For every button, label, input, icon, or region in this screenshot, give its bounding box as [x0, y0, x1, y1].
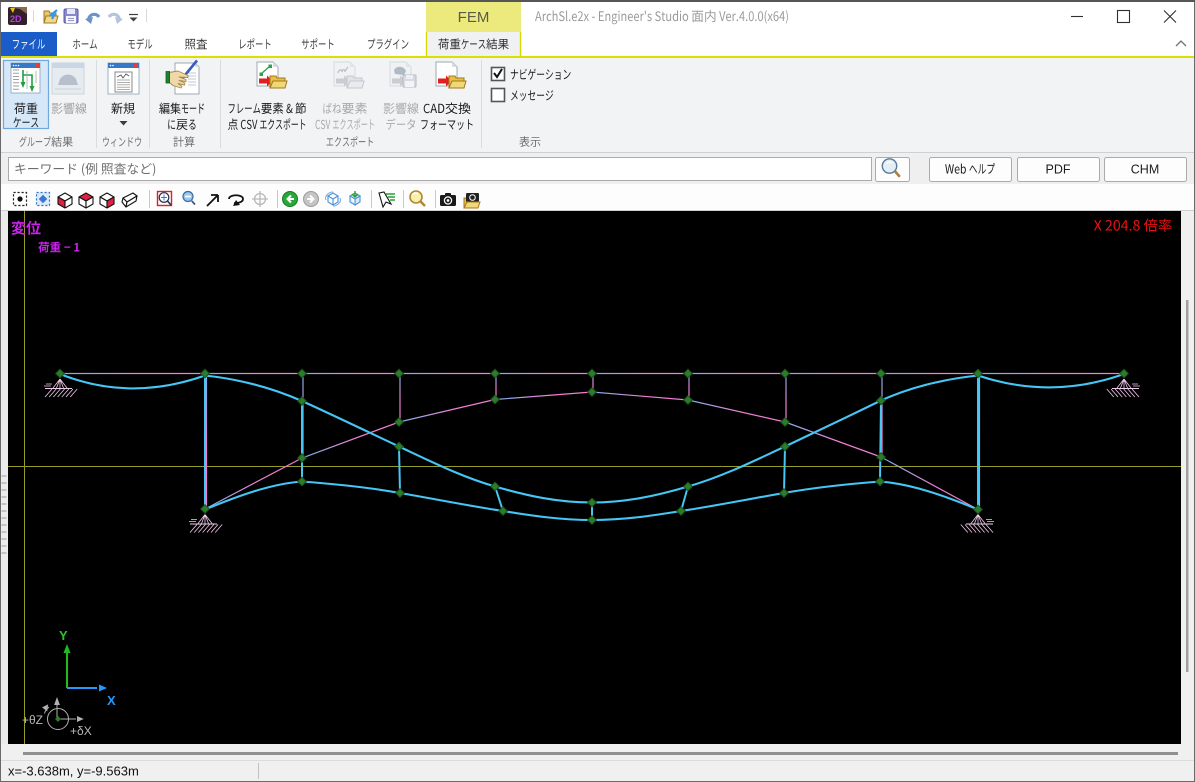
svg-text:Y: Y — [59, 628, 68, 643]
svg-text:PDF: PDF — [1046, 163, 1071, 177]
svg-text:+θZ: +θZ — [22, 713, 43, 727]
svg-text:X: X — [107, 693, 116, 708]
svg-text:FEM: FEM — [458, 9, 490, 26]
svg-text:x=-3.638m, y=-9.563m: x=-3.638m, y=-9.563m — [8, 764, 139, 779]
svg-text:+δX: +δX — [70, 724, 92, 738]
svg-text:CHM: CHM — [1131, 163, 1159, 177]
svg-text:2D: 2D — [10, 14, 22, 24]
